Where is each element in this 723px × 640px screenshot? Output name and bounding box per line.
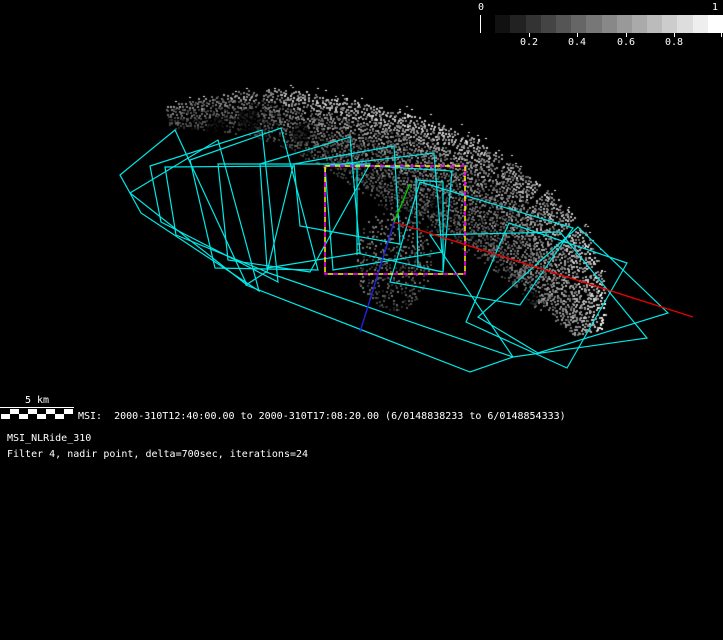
colorbar-cell	[571, 15, 587, 33]
colorbar-cell	[540, 15, 556, 33]
colorbar-cell	[525, 15, 541, 33]
colorbar-cell	[555, 15, 572, 33]
colorbar-cell	[616, 15, 632, 33]
colorbar-zero-tick	[480, 15, 481, 33]
colorbar-gradient	[480, 15, 723, 33]
colorbar-cell	[647, 15, 663, 33]
x-axis-line	[393, 221, 694, 318]
scalebar-checker-cell	[19, 414, 28, 419]
colorbar-cell	[586, 15, 602, 33]
colorbar-cell	[480, 15, 496, 33]
colorbar-cell	[692, 15, 708, 33]
colorbar-cell	[495, 15, 511, 33]
colorbar-cell	[601, 15, 617, 33]
z-axis-line	[359, 221, 395, 333]
sequence-name-text: MSI_NLRide_310	[7, 433, 92, 444]
footprint-outline	[119, 129, 248, 286]
footprint-outline	[476, 226, 670, 354]
colorbar-cell	[631, 15, 648, 33]
colorbar-max-label: 1	[712, 2, 719, 13]
footprint-outline	[324, 152, 443, 271]
filter-info-text: Filter 4, nadir point, delta=700sec, ite…	[7, 449, 309, 460]
scene-overlay	[119, 127, 694, 373]
scalebar-checker-cell	[28, 414, 37, 419]
scalebar-checker-cell	[10, 414, 19, 419]
colorbar-cell	[677, 15, 693, 33]
msi-time-range-text: MSI: 2000-310T12:40:00.00 to 2000-310T17…	[78, 411, 566, 422]
colorbar-min-label: 0	[478, 2, 485, 13]
colorbar-tick-label: 0.6	[616, 37, 636, 48]
footprint-outline	[415, 179, 444, 273]
scalebar-topline	[0, 407, 74, 408]
scalebar-checker-cell	[55, 414, 64, 419]
footprint-outline	[244, 271, 515, 373]
scalebar-checker-cell	[1, 414, 10, 419]
scalebar-checker	[1, 409, 73, 419]
footprint-outline	[465, 222, 628, 369]
colorbar-tick-label: 0.2	[519, 37, 539, 48]
colorbar-tick-label: 0.4	[567, 37, 587, 48]
scalebar-checker-cell	[46, 414, 55, 419]
colorbar-cell	[707, 15, 723, 33]
colorbar-cell	[662, 15, 678, 33]
visualization-window: 0 1 0.2 0.4 0.6 0.8 5 km MSI: 2000-310T12:4…	[0, 0, 723, 640]
footprint-outline	[293, 145, 401, 245]
scalebar-label: 5 km	[24, 395, 50, 406]
colorbar-cell	[510, 15, 526, 33]
colorbar-one-tick	[721, 33, 722, 37]
scalebar-checker-cell	[37, 414, 46, 419]
colorbar-tick-label: 0.8	[664, 37, 684, 48]
scalebar-checker-cell	[64, 414, 73, 419]
